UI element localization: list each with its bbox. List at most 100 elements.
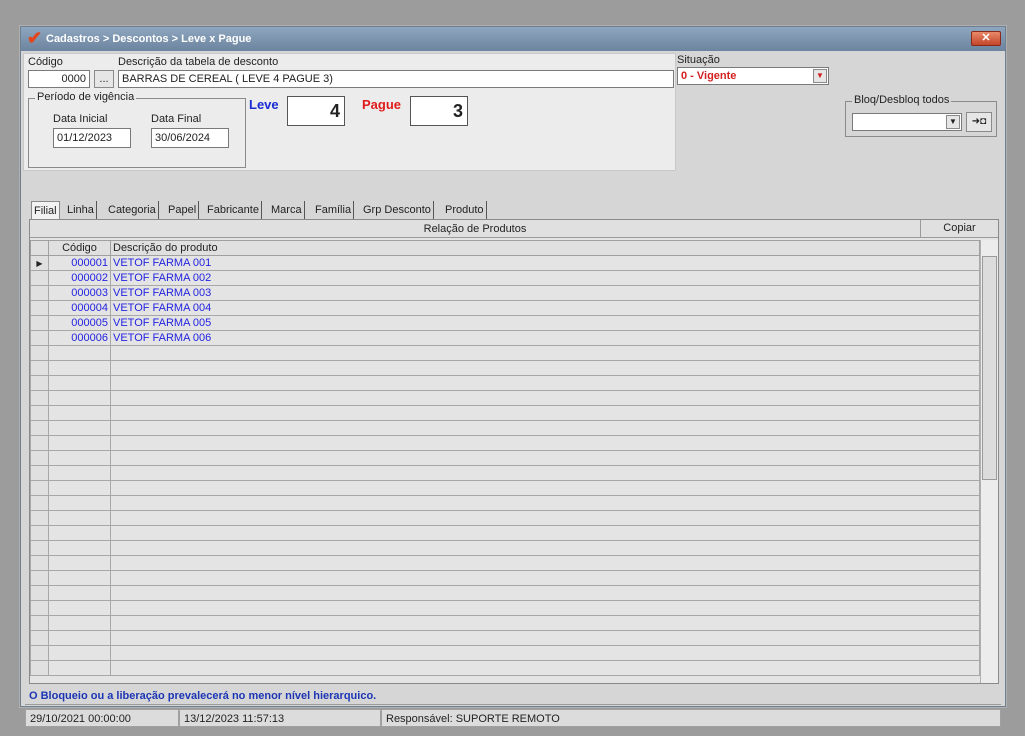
cell-codigo[interactable] xyxy=(48,465,111,481)
table-row[interactable] xyxy=(30,360,980,376)
cell-codigo[interactable] xyxy=(48,510,111,526)
table-row[interactable] xyxy=(30,375,980,391)
cell-codigo[interactable] xyxy=(48,600,111,616)
table-row[interactable]: 000004 VETOF FARMA 004 xyxy=(30,300,980,316)
row-indicator[interactable] xyxy=(30,435,49,451)
cell-descricao[interactable] xyxy=(110,345,980,361)
cell-codigo[interactable] xyxy=(48,540,111,556)
cell-codigo[interactable] xyxy=(48,645,111,661)
cell-descricao[interactable] xyxy=(110,540,980,556)
table-row[interactable] xyxy=(30,480,980,496)
cell-descricao[interactable] xyxy=(110,525,980,541)
row-indicator[interactable] xyxy=(30,660,49,676)
cell-codigo[interactable] xyxy=(48,630,111,646)
cell-descricao[interactable] xyxy=(110,645,980,661)
row-indicator[interactable] xyxy=(30,510,49,526)
cell-codigo[interactable] xyxy=(48,435,111,451)
table-row[interactable] xyxy=(30,555,980,571)
tab-grp-desconto[interactable]: Grp Desconto xyxy=(361,201,434,219)
cell-codigo[interactable] xyxy=(48,495,111,511)
table-row[interactable] xyxy=(30,345,980,361)
cell-codigo[interactable]: 000003 xyxy=(48,285,111,301)
table-row[interactable]: 000002 VETOF FARMA 002 xyxy=(30,270,980,286)
row-indicator[interactable] xyxy=(30,465,49,481)
table-row[interactable] xyxy=(30,600,980,616)
row-indicator[interactable] xyxy=(30,375,49,391)
col-descricao-header[interactable]: Descrição do produto xyxy=(110,240,980,256)
row-indicator[interactable] xyxy=(30,630,49,646)
table-row[interactable]: 000005 VETOF FARMA 005 xyxy=(30,315,980,331)
cell-codigo[interactable] xyxy=(48,615,111,631)
chevron-down-icon[interactable]: ▼ xyxy=(813,69,827,83)
cell-descricao[interactable] xyxy=(110,600,980,616)
leve-input[interactable]: 4 xyxy=(287,96,345,126)
bloq-apply-button[interactable]: ➜◘ xyxy=(966,112,992,132)
row-indicator[interactable] xyxy=(30,480,49,496)
row-indicator[interactable] xyxy=(30,450,49,466)
row-indicator[interactable] xyxy=(30,315,49,331)
cell-codigo[interactable] xyxy=(48,390,111,406)
cell-codigo[interactable] xyxy=(48,405,111,421)
row-indicator[interactable] xyxy=(30,645,49,661)
cell-codigo[interactable] xyxy=(48,585,111,601)
cell-descricao[interactable] xyxy=(110,360,980,376)
col-codigo-header[interactable]: Código xyxy=(48,240,111,256)
copy-button[interactable]: Copiar xyxy=(920,220,998,238)
row-indicator[interactable] xyxy=(30,570,49,586)
table-row[interactable] xyxy=(30,570,980,586)
cell-descricao[interactable] xyxy=(110,450,980,466)
row-indicator[interactable] xyxy=(30,345,49,361)
cell-descricao[interactable] xyxy=(110,615,980,631)
cell-codigo[interactable] xyxy=(48,450,111,466)
cell-codigo[interactable]: 000006 xyxy=(48,330,111,346)
chevron-down-icon[interactable]: ▼ xyxy=(946,115,960,129)
tab-produto[interactable]: Produto xyxy=(443,201,487,219)
table-row[interactable] xyxy=(30,660,980,676)
cell-descricao[interactable]: VETOF FARMA 003 xyxy=(110,285,980,301)
codigo-input[interactable]: 0000 xyxy=(28,70,90,88)
cell-descricao[interactable]: VETOF FARMA 005 xyxy=(110,315,980,331)
descricao-input[interactable]: BARRAS DE CEREAL ( LEVE 4 PAGUE 3) xyxy=(118,70,674,88)
row-indicator[interactable] xyxy=(30,300,49,316)
vertical-scrollbar[interactable] xyxy=(980,240,998,683)
cell-descricao[interactable] xyxy=(110,405,980,421)
tab-familia[interactable]: Família xyxy=(313,201,355,219)
bloq-select[interactable]: ▼ xyxy=(852,113,962,131)
row-indicator[interactable] xyxy=(30,420,49,436)
table-row[interactable] xyxy=(30,435,980,451)
table-row[interactable] xyxy=(30,615,980,631)
cell-descricao[interactable]: VETOF FARMA 004 xyxy=(110,300,980,316)
row-indicator[interactable] xyxy=(30,585,49,601)
cell-codigo[interactable] xyxy=(48,660,111,676)
table-row[interactable] xyxy=(30,405,980,421)
tab-linha[interactable]: Linha xyxy=(65,201,97,219)
cell-codigo[interactable] xyxy=(48,345,111,361)
cell-descricao[interactable] xyxy=(110,390,980,406)
cell-codigo[interactable] xyxy=(48,480,111,496)
cell-codigo[interactable]: 000001 xyxy=(48,255,111,271)
cell-descricao[interactable] xyxy=(110,630,980,646)
row-indicator[interactable] xyxy=(30,495,49,511)
cell-codigo[interactable] xyxy=(48,570,111,586)
table-row[interactable] xyxy=(30,465,980,481)
data-final-input[interactable]: 30/06/2024 xyxy=(151,128,229,148)
cell-descricao[interactable]: VETOF FARMA 001 xyxy=(110,255,980,271)
row-indicator[interactable] xyxy=(30,540,49,556)
cell-codigo[interactable]: 000004 xyxy=(48,300,111,316)
row-indicator[interactable] xyxy=(30,360,49,376)
row-indicator[interactable] xyxy=(30,555,49,571)
tab-fabricante[interactable]: Fabricante xyxy=(205,201,262,219)
current-row-indicator-icon[interactable]: ▶ xyxy=(30,255,49,271)
cell-descricao[interactable]: VETOF FARMA 002 xyxy=(110,270,980,286)
pague-input[interactable]: 3 xyxy=(410,96,468,126)
cell-descricao[interactable] xyxy=(110,465,980,481)
table-row[interactable] xyxy=(30,420,980,436)
table-row[interactable] xyxy=(30,585,980,601)
cell-descricao[interactable] xyxy=(110,585,980,601)
table-row[interactable] xyxy=(30,510,980,526)
tab-filial[interactable]: Filial xyxy=(31,201,60,219)
cell-codigo[interactable] xyxy=(48,360,111,376)
table-row[interactable] xyxy=(30,645,980,661)
data-inicial-input[interactable]: 01/12/2023 xyxy=(53,128,131,148)
table-row[interactable] xyxy=(30,525,980,541)
